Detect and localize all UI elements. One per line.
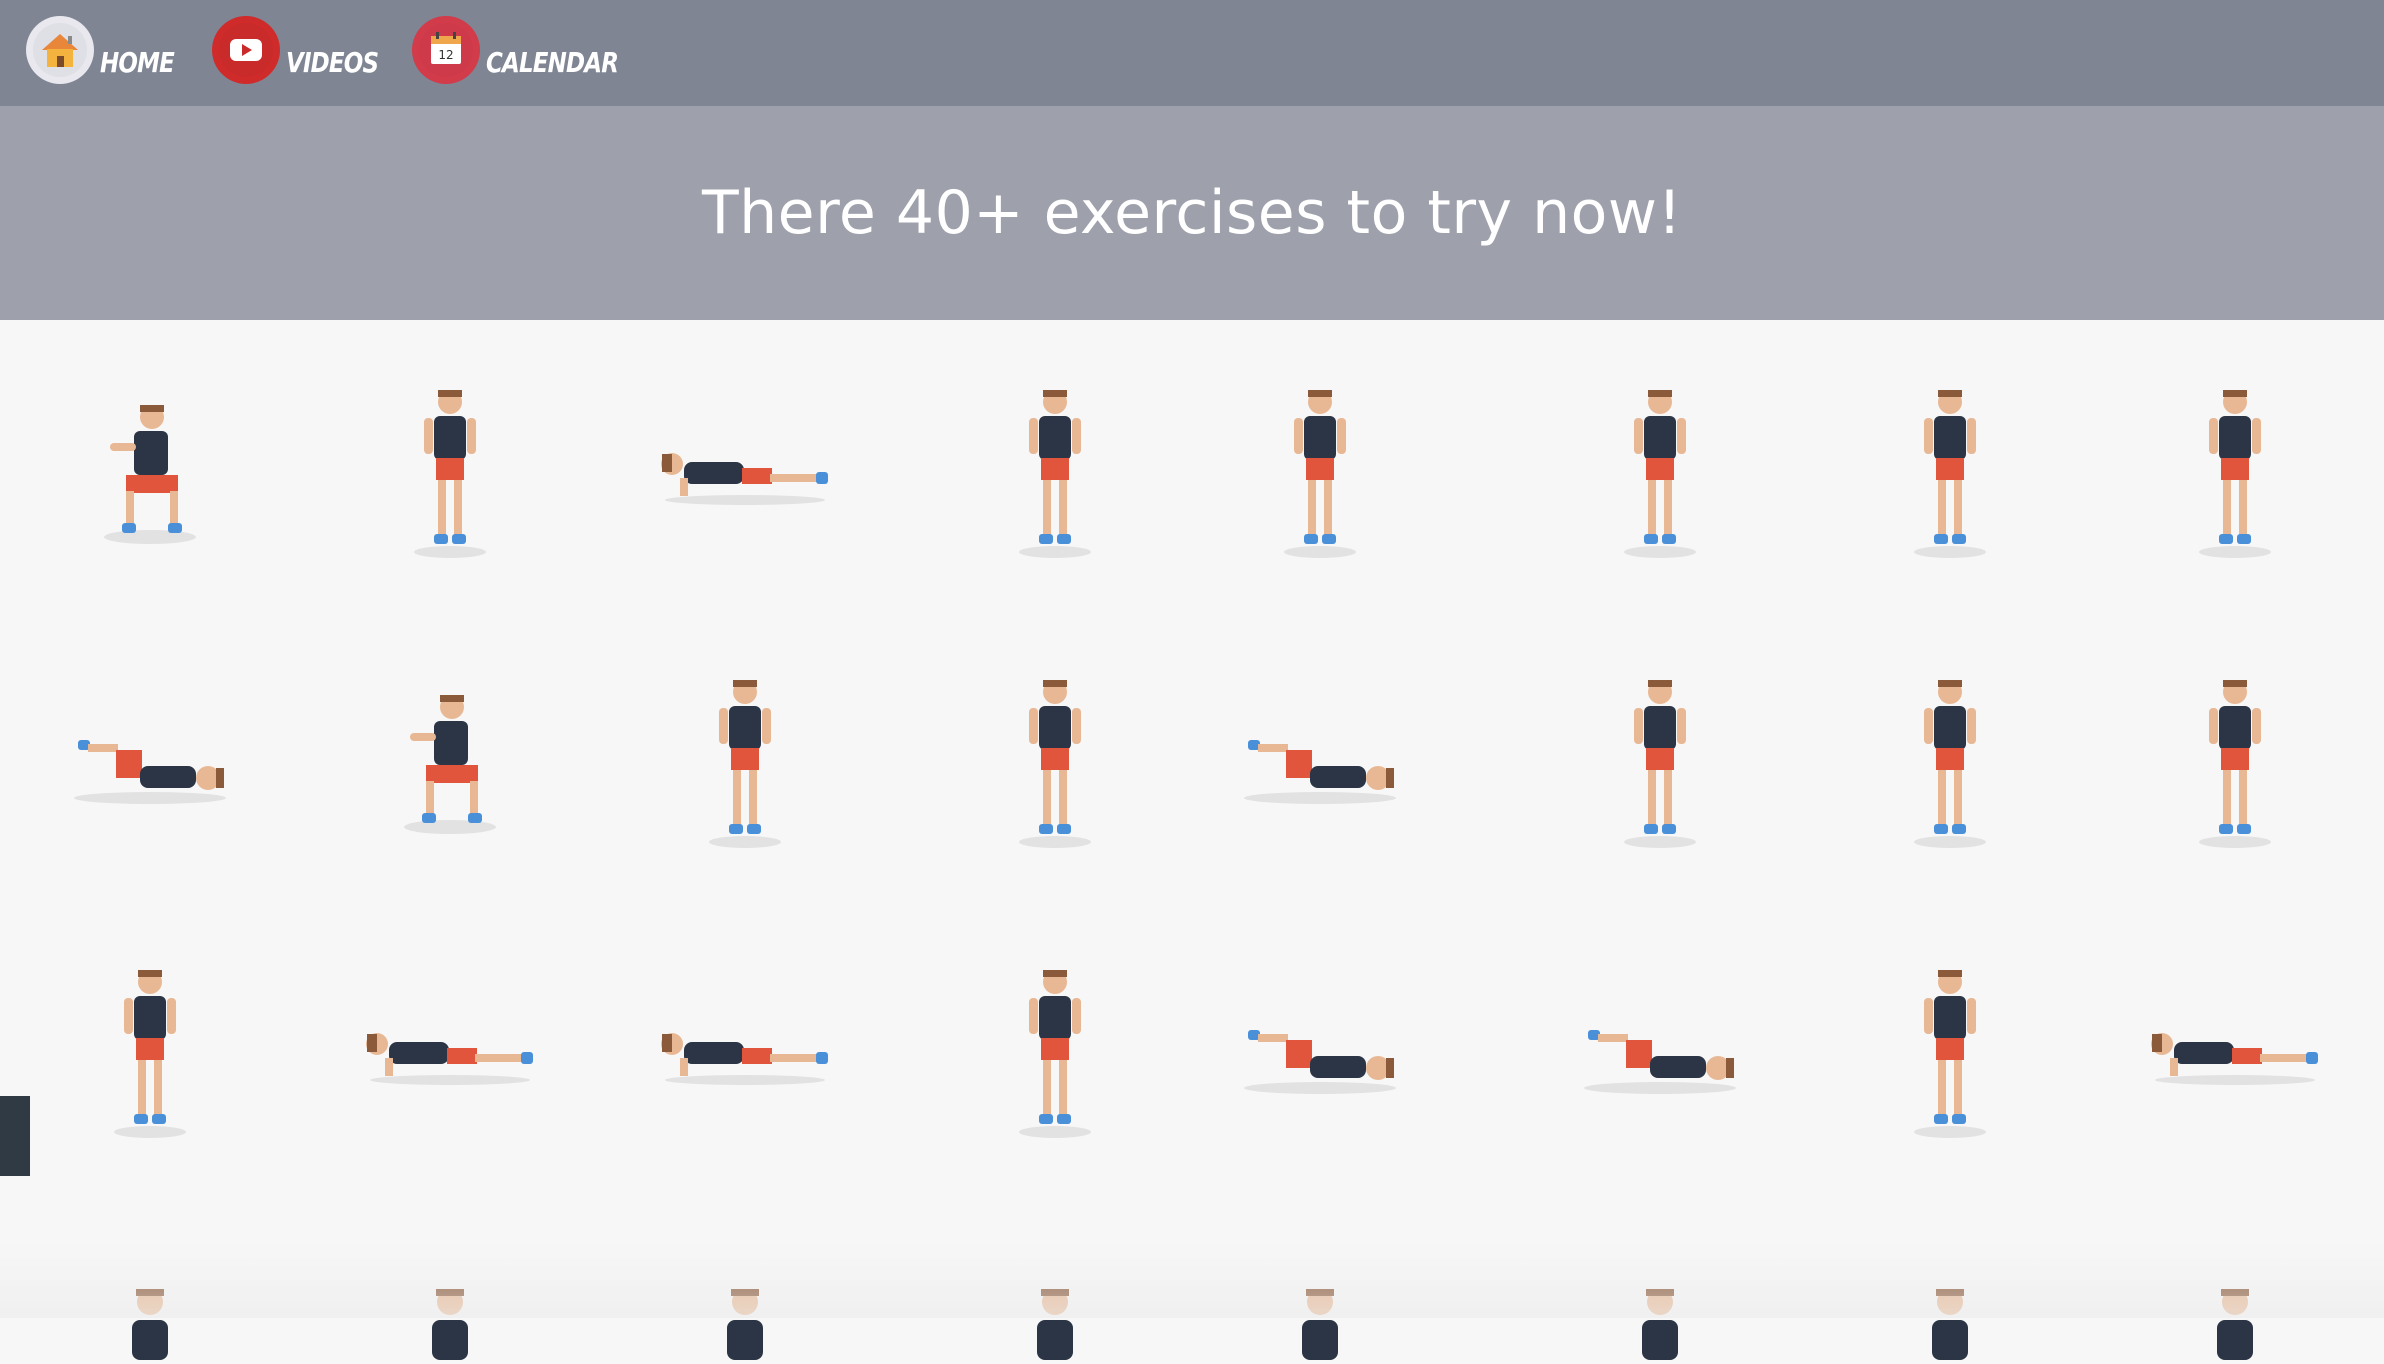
exercise-card[interactable] [1570, 1000, 1750, 1104]
exercise-figure-icon [2199, 390, 2271, 558]
exercise-figure-icon [1584, 1030, 1736, 1094]
exercise-card[interactable] [355, 1010, 545, 1094]
exercise-card[interactable] [110, 1280, 190, 1364]
exercise-card[interactable] [995, 670, 1115, 854]
calendar-day: 12 [438, 48, 453, 62]
play-icon [212, 16, 280, 84]
exercise-card[interactable] [705, 1280, 785, 1364]
exercise-figure-icon [1914, 680, 1986, 848]
exercise-card[interactable] [1890, 380, 2010, 564]
exercise-card[interactable] [650, 430, 840, 514]
exercise-figure-icon [1302, 1289, 1338, 1360]
home-icon [26, 16, 94, 84]
exercise-card[interactable] [90, 960, 210, 1144]
exercise-card[interactable] [2195, 1280, 2275, 1364]
top-navigation-bar: HOME VIDEOS 12 CALENDAR [0, 0, 2384, 106]
hero-banner: There 40+ exercises to try now! [0, 106, 2384, 320]
exercise-figure-icon [1914, 390, 1986, 558]
exercise-figure-icon [1932, 1289, 1968, 1360]
calendar-icon: 12 [412, 16, 480, 84]
exercise-figure-icon [1284, 390, 1356, 558]
exercise-figure-icon [1019, 680, 1091, 848]
exercise-figure-icon [74, 740, 226, 804]
exercise-figure-icon [104, 405, 196, 544]
exercise-grid [0, 320, 2384, 1360]
exercise-card[interactable] [60, 710, 240, 814]
exercise-card[interactable] [1890, 960, 2010, 1144]
exercise-figure-icon [414, 390, 486, 558]
exercise-card[interactable] [410, 1280, 490, 1364]
exercise-card[interactable] [380, 685, 520, 839]
exercise-card[interactable] [2175, 670, 2295, 854]
exercise-figure-icon [1037, 1289, 1073, 1360]
exercise-figure-icon [661, 1033, 828, 1085]
exercise-figure-icon [404, 695, 496, 834]
nav-videos[interactable]: VIDEOS [212, 14, 398, 86]
exercise-figure-icon [2151, 1033, 2318, 1085]
exercise-figure-icon [114, 970, 186, 1138]
exercise-figure-icon [2217, 1289, 2253, 1360]
exercise-figure-icon [1624, 680, 1696, 848]
exercise-card[interactable] [995, 960, 1115, 1144]
nav-videos-label: VIDEOS [286, 45, 379, 79]
exercise-card[interactable] [650, 1010, 840, 1094]
exercise-figure-icon [432, 1289, 468, 1360]
exercise-figure-icon [1244, 740, 1396, 804]
exercise-card[interactable] [80, 395, 220, 549]
nav-home-label: HOME [100, 45, 175, 79]
exercise-card[interactable] [685, 670, 805, 854]
exercise-card[interactable] [1600, 380, 1720, 564]
exercise-card[interactable] [995, 380, 1115, 564]
exercise-figure-icon [1642, 1289, 1678, 1360]
exercise-card[interactable] [390, 380, 510, 564]
exercise-card[interactable] [2140, 1010, 2330, 1094]
exercise-card[interactable] [1890, 670, 2010, 854]
nav-calendar-label: CALENDAR [486, 45, 619, 79]
hero-title: There 40+ exercises to try now! [701, 178, 1682, 248]
exercise-card[interactable] [2175, 380, 2295, 564]
exercise-card[interactable] [1910, 1280, 1990, 1364]
nav-calendar[interactable]: 12 CALENDAR [412, 14, 647, 86]
exercise-figure-icon [1019, 390, 1091, 558]
exercise-card[interactable] [1230, 710, 1410, 814]
exercise-figure-icon [366, 1033, 533, 1085]
exercise-figure-icon [1914, 970, 1986, 1138]
exercise-card[interactable] [1260, 380, 1380, 564]
exercise-card[interactable] [1230, 1000, 1410, 1104]
exercise-card[interactable] [1280, 1280, 1360, 1364]
exercise-card[interactable] [1620, 1280, 1700, 1364]
exercise-figure-icon [1244, 1030, 1396, 1094]
exercise-card[interactable] [1600, 670, 1720, 854]
exercise-card[interactable] [1015, 1280, 1095, 1364]
exercise-figure-icon [132, 1289, 168, 1360]
exercise-figure-icon [709, 680, 781, 848]
side-drawer-tab[interactable] [0, 1096, 30, 1176]
exercise-figure-icon [661, 453, 828, 505]
exercise-figure-icon [2199, 680, 2271, 848]
nav-home[interactable]: HOME [26, 14, 190, 86]
exercise-figure-icon [727, 1289, 763, 1360]
exercise-figure-icon [1624, 390, 1696, 558]
exercise-figure-icon [1019, 970, 1091, 1138]
